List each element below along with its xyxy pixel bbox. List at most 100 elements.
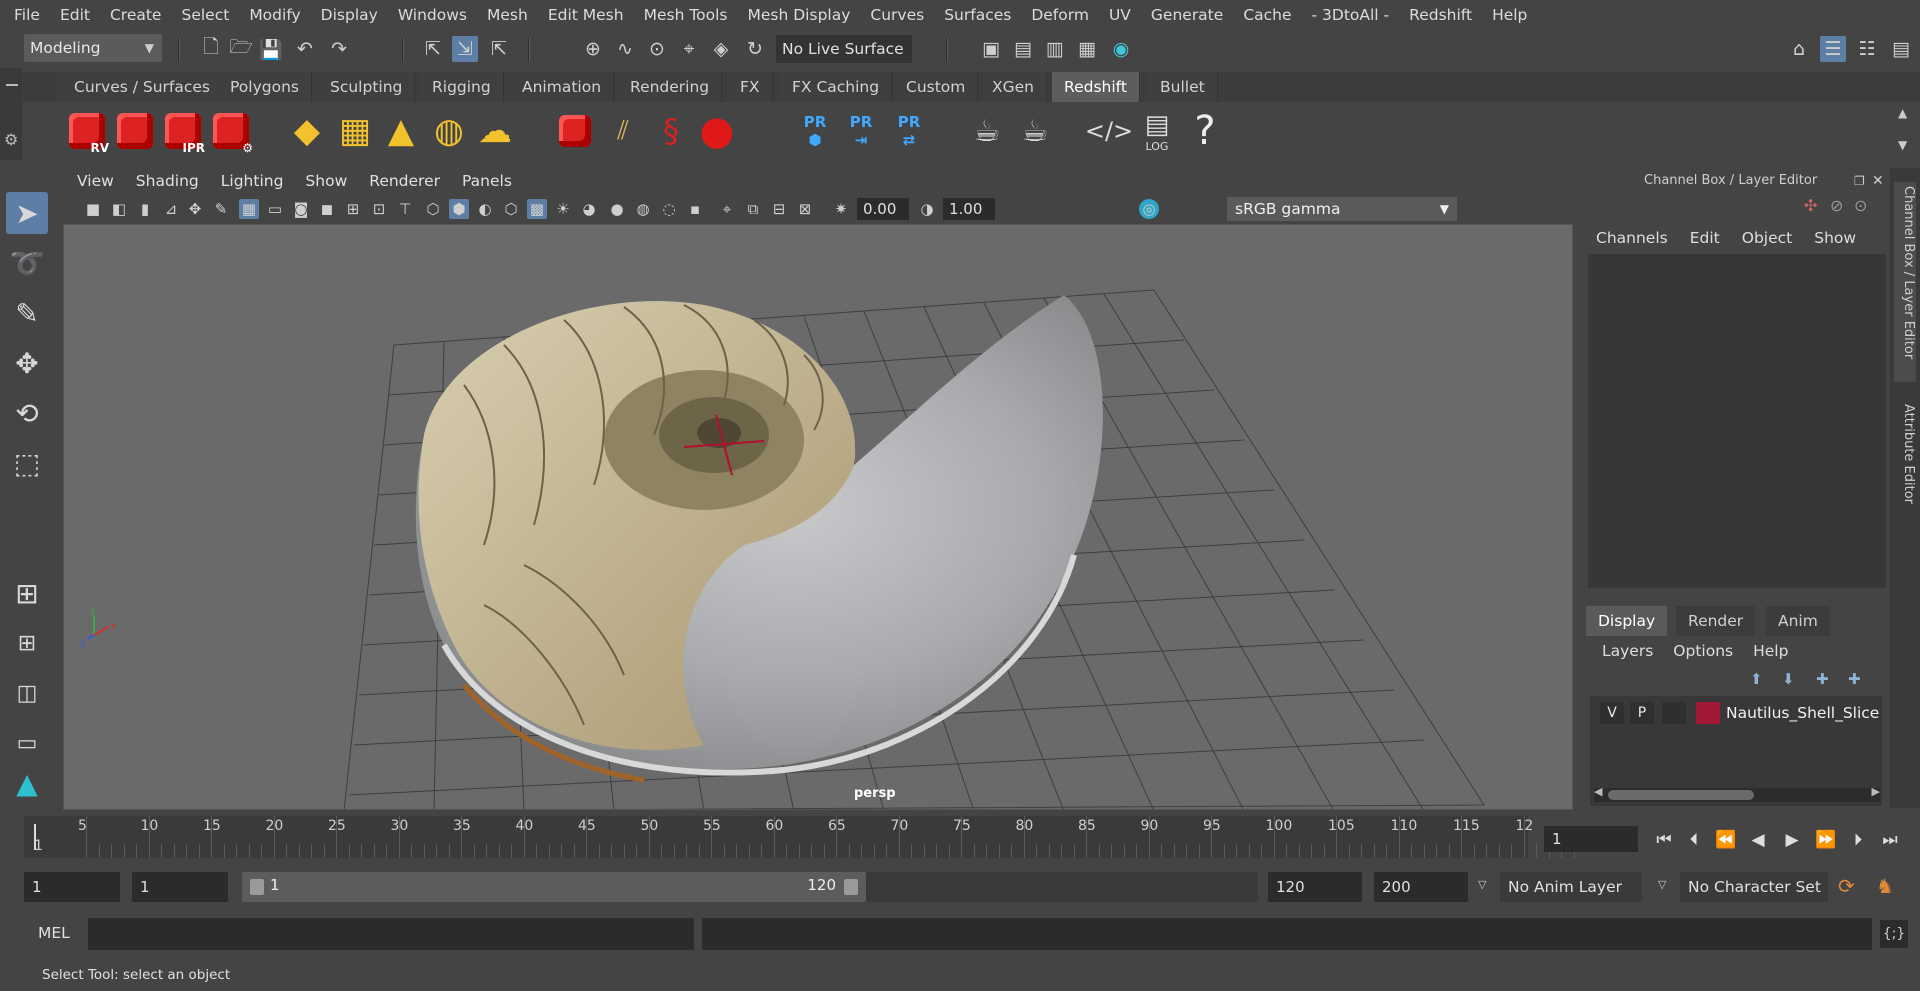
step-back-key-icon[interactable]: ⏪ [1714, 828, 1738, 852]
menuset-dropdown[interactable]: Modeling ▼ [24, 34, 162, 62]
gear-icon[interactable]: ⚙ [4, 130, 18, 149]
scene-start-field[interactable]: 1 [24, 872, 120, 902]
scroll-left-icon[interactable]: ◀ [1594, 785, 1602, 798]
menu-edit[interactable]: Edit [50, 0, 100, 30]
shadows-icon[interactable]: ◕ [579, 199, 599, 219]
proxy-icon[interactable] [552, 106, 598, 156]
outliner-layout-icon[interactable]: ▭ [6, 722, 48, 764]
layer-list-scrollbar[interactable]: ◀ ▶ [1594, 785, 1880, 802]
safe-title-icon[interactable]: ⊤ [395, 199, 415, 219]
shelf-tab-fx-caching[interactable]: FX Caching [780, 72, 893, 102]
auto-key-icon[interactable]: ⟳ [1838, 874, 1855, 898]
menu-mesh-tools[interactable]: Mesh Tools [634, 0, 738, 30]
layer-tab-anim[interactable]: Anim [1766, 606, 1830, 636]
shelf-tab-rendering[interactable]: Rendering [618, 72, 723, 102]
wireframe-icon[interactable]: ⬡ [423, 199, 443, 219]
close-icon[interactable]: ✕ [1872, 168, 1884, 194]
layer-row[interactable]: V P Nautilus_Shell_Slice [1592, 702, 1882, 726]
scene-end-field[interactable]: 200 [1374, 872, 1468, 902]
menu-redshift[interactable]: Redshift [1399, 0, 1482, 30]
lights-icon[interactable]: ☀ [553, 199, 573, 219]
viewport-menu-show[interactable]: Show [305, 172, 347, 190]
layer-menu-options[interactable]: Options [1673, 642, 1733, 660]
pr-export-icon[interactable]: PR ⇥ [838, 106, 884, 156]
render-view-icon[interactable]: ▣ [978, 36, 1004, 62]
screen-space-ao-icon[interactable]: ● [607, 199, 627, 219]
motion-blur-icon[interactable]: ◍ [633, 199, 653, 219]
snap-point-icon[interactable]: ⊙ [644, 36, 670, 62]
viewport-menu-renderer[interactable]: Renderer [369, 172, 440, 190]
character-icon[interactable]: ♞ [1876, 874, 1894, 898]
play-backward-icon[interactable]: ◀ [1746, 828, 1770, 852]
menu-cache[interactable]: Cache [1233, 0, 1301, 30]
workspace-icon[interactable]: ⌂ [1786, 36, 1812, 62]
range-slider[interactable]: 1 120 [242, 872, 866, 902]
range-end-handle[interactable] [844, 879, 858, 895]
gamma-icon[interactable]: ◑ [917, 199, 937, 219]
side-tab-attribute-editor[interactable]: Attribute Editor [1894, 400, 1916, 560]
wireframe-on-shaded-icon[interactable]: ⬡ [501, 199, 521, 219]
layer-menu-help[interactable]: Help [1753, 642, 1788, 660]
go-to-end-icon[interactable]: ⏭ [1878, 828, 1902, 852]
channel-box-body[interactable] [1588, 254, 1886, 588]
default-material-icon[interactable]: ◐ [475, 199, 495, 219]
step-forward-key-icon[interactable]: ⏩ [1814, 828, 1838, 852]
xray-icon[interactable]: ⧉ [743, 199, 763, 219]
move-layer-up-icon[interactable]: ⬆ [1750, 670, 1763, 688]
menu-help[interactable]: Help [1482, 0, 1537, 30]
anti-aliasing-icon[interactable]: ◌ [659, 199, 679, 219]
bowl-alt-icon[interactable]: ☕ [1012, 106, 1058, 156]
depth-of-field-icon[interactable]: ▪ [685, 199, 705, 219]
step-back-frame-icon[interactable]: ⏴ [1682, 828, 1706, 852]
speed-icon[interactable]: ⊘ [1830, 196, 1843, 215]
film-gate-icon[interactable]: ▭ [265, 199, 285, 219]
four-view-layout-icon[interactable]: ⊞ [6, 622, 48, 664]
snap-curve-icon[interactable]: ∿ [612, 36, 638, 62]
rotate-tool-icon[interactable]: ⟲ [6, 392, 48, 434]
step-forward-frame-icon[interactable]: ⏵ [1846, 828, 1870, 852]
move-layer-down-icon[interactable]: ⬇ [1782, 670, 1795, 688]
chevron-down-icon[interactable]: ▽ [1658, 878, 1666, 891]
render-frame-icon[interactable]: ▤ [1010, 36, 1036, 62]
scroll-right-icon[interactable]: ▶ [1872, 785, 1880, 798]
shelf-tab-fx[interactable]: FX [728, 72, 773, 102]
shelf-tab-animation[interactable]: Animation [510, 72, 615, 102]
safe-action-icon[interactable]: ⊡ [369, 199, 389, 219]
volume-icon[interactable]: § [648, 106, 694, 156]
script-editor-icon[interactable]: </> [1085, 106, 1133, 156]
perspective-viewport[interactable]: y x z persp [63, 224, 1573, 810]
smooth-shade-icon[interactable]: ⬢ [449, 199, 469, 219]
pr-object-id-icon[interactable]: PR ⬢ [792, 106, 838, 156]
playback-end-field[interactable]: 120 [1268, 872, 1362, 902]
shelf-tab-rigging[interactable]: Rigging [420, 72, 504, 102]
scrollbar-thumb[interactable] [1608, 790, 1754, 800]
menu-3dtoall[interactable]: - 3DtoAll - [1302, 0, 1400, 30]
menu-deform[interactable]: Deform [1021, 0, 1099, 30]
layer-tab-display[interactable]: Display [1586, 606, 1668, 636]
channel-box-menu-channels[interactable]: Channels [1596, 229, 1668, 247]
playback-start-field[interactable]: 1 [132, 872, 228, 902]
side-by-side-layout-icon[interactable]: ◫ [6, 672, 48, 714]
move-tool-icon[interactable]: ✥ [6, 342, 48, 384]
layer-playback-toggle[interactable]: P [1630, 702, 1654, 724]
log-icon[interactable]: ▤ LOG [1134, 106, 1180, 156]
viewport-menu-lighting[interactable]: Lighting [221, 172, 284, 190]
xray-joints-icon[interactable]: ⊟ [769, 199, 789, 219]
select-tool-icon[interactable]: ➤ [6, 192, 48, 234]
color-management-toggle-icon[interactable]: ◎ [1139, 199, 1159, 219]
exposure-icon[interactable]: ✷ [831, 199, 851, 219]
hypershade-icon[interactable]: ◉ [1108, 36, 1134, 62]
script-editor-icon[interactable]: {;} [1880, 920, 1908, 948]
snap-surface-icon[interactable]: ◈ [708, 36, 734, 62]
tool-settings-toggle-icon[interactable]: ☷ [1854, 36, 1880, 62]
menu-curves[interactable]: Curves [860, 0, 934, 30]
channel-box-menu-show[interactable]: Show [1814, 229, 1856, 247]
new-scene-icon[interactable]: 🗋 [198, 36, 224, 62]
shelf-tab-xgen[interactable]: XGen [980, 72, 1047, 102]
help-icon[interactable]: ? [1182, 106, 1228, 156]
layer-menu-layers[interactable]: Layers [1602, 642, 1653, 660]
undo-icon[interactable]: ↶ [292, 36, 318, 62]
layer-color-swatch[interactable] [1696, 702, 1720, 724]
shelf-tab-sculpting[interactable]: Sculpting [318, 72, 416, 102]
range-start-handle[interactable] [250, 879, 264, 895]
